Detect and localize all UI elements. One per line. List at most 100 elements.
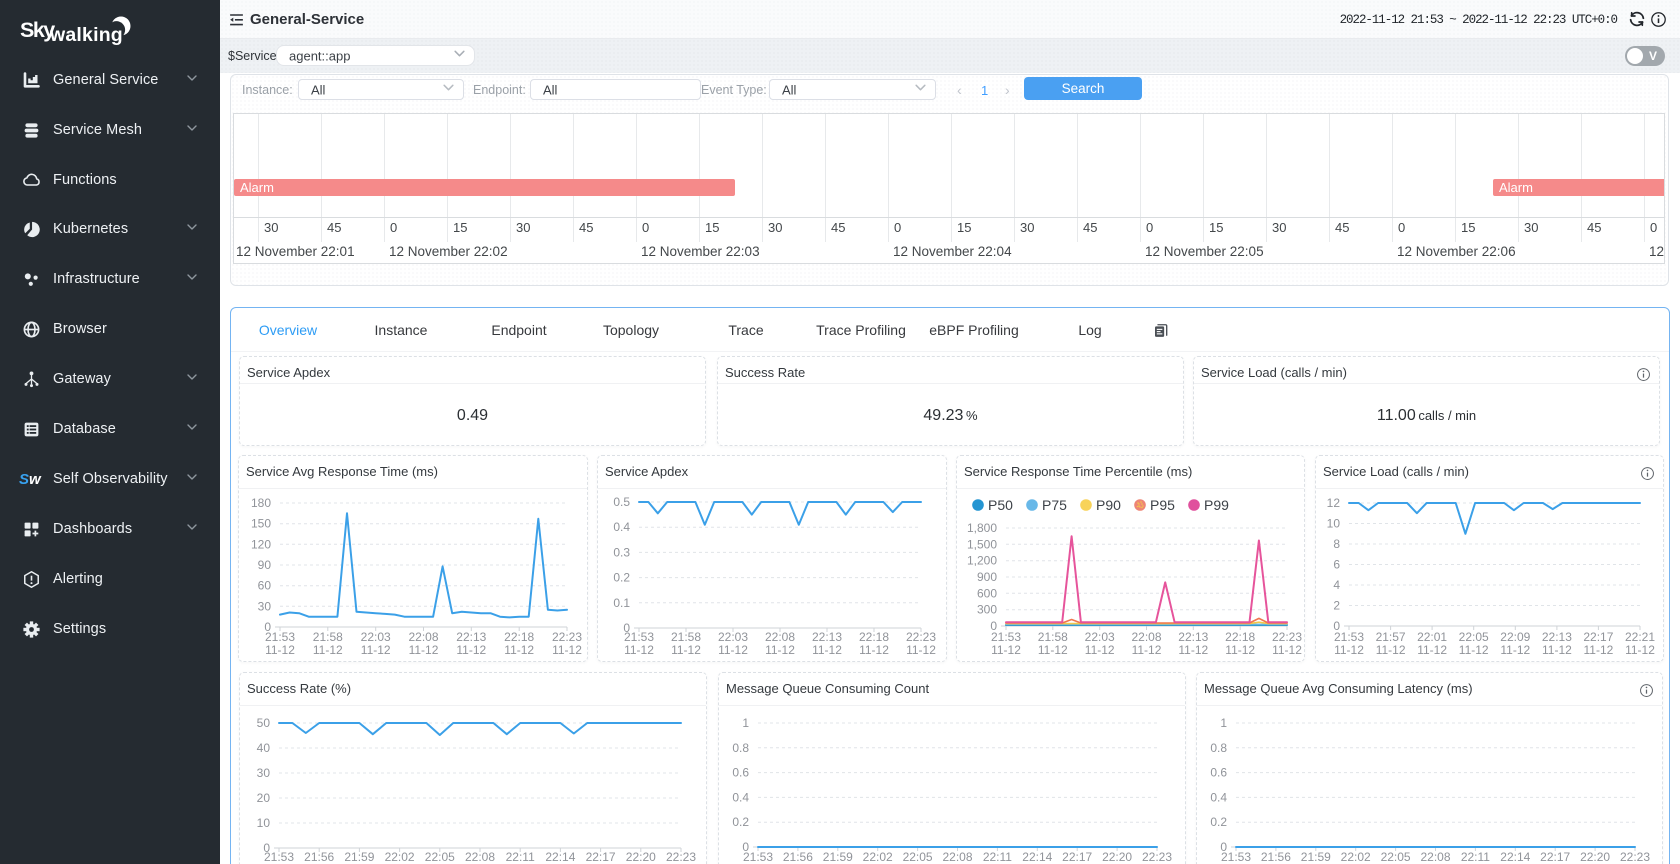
svg-text:50: 50 bbox=[257, 716, 271, 730]
svg-text:22:20: 22:20 bbox=[1580, 850, 1610, 864]
svg-text:11-12: 11-12 bbox=[504, 643, 534, 657]
svg-text:10: 10 bbox=[1327, 517, 1341, 531]
svg-text:0.3: 0.3 bbox=[613, 545, 630, 559]
svg-text:11-12: 11-12 bbox=[1038, 643, 1068, 657]
svg-text:11-12: 11-12 bbox=[1334, 643, 1364, 657]
svg-text:4: 4 bbox=[1333, 578, 1340, 592]
svg-text:22:21: 22:21 bbox=[1625, 630, 1655, 644]
svg-text:30: 30 bbox=[257, 766, 271, 780]
svg-text:21:56: 21:56 bbox=[304, 850, 334, 864]
svg-text:22:23: 22:23 bbox=[1620, 850, 1650, 864]
svg-text:22:23: 22:23 bbox=[1142, 850, 1172, 864]
svg-text:11-12: 11-12 bbox=[1417, 643, 1447, 657]
svg-text:10: 10 bbox=[257, 816, 271, 830]
svg-text:21:56: 21:56 bbox=[1261, 850, 1291, 864]
svg-text:21:53: 21:53 bbox=[743, 850, 773, 864]
svg-text:22:17: 22:17 bbox=[586, 850, 616, 864]
svg-text:22:13: 22:13 bbox=[812, 630, 842, 644]
svg-text:600: 600 bbox=[977, 586, 997, 600]
svg-text:11-12: 11-12 bbox=[265, 643, 295, 657]
svg-text:11-12: 11-12 bbox=[1625, 643, 1655, 657]
svg-text:22:05: 22:05 bbox=[425, 850, 455, 864]
svg-text:21:53: 21:53 bbox=[1221, 850, 1251, 864]
svg-text:60: 60 bbox=[258, 579, 272, 593]
svg-text:22:08: 22:08 bbox=[1131, 630, 1161, 644]
svg-text:22:05: 22:05 bbox=[1381, 850, 1411, 864]
svg-text:21:53: 21:53 bbox=[264, 850, 294, 864]
svg-text:21:56: 21:56 bbox=[783, 850, 813, 864]
svg-text:0.2: 0.2 bbox=[1210, 815, 1227, 829]
svg-text:11-12: 11-12 bbox=[1542, 643, 1572, 657]
svg-text:P95: P95 bbox=[1150, 497, 1175, 513]
svg-text:11-12: 11-12 bbox=[1376, 643, 1406, 657]
svg-text:11-12: 11-12 bbox=[1272, 643, 1302, 657]
svg-text:22:11: 22:11 bbox=[506, 850, 535, 864]
svg-text:22:14: 22:14 bbox=[1500, 850, 1530, 864]
svg-text:22:17: 22:17 bbox=[1540, 850, 1570, 864]
svg-text:22:23: 22:23 bbox=[552, 630, 582, 644]
svg-text:21:53: 21:53 bbox=[624, 630, 654, 644]
svg-text:22:11: 22:11 bbox=[1461, 850, 1490, 864]
svg-text:8: 8 bbox=[1333, 537, 1340, 551]
svg-text:1,200: 1,200 bbox=[967, 554, 997, 568]
svg-text:900: 900 bbox=[977, 570, 997, 584]
svg-text:21:53: 21:53 bbox=[991, 630, 1021, 644]
svg-text:11-12: 11-12 bbox=[456, 643, 486, 657]
svg-text:0.6: 0.6 bbox=[1210, 766, 1227, 780]
svg-text:11-12: 11-12 bbox=[671, 643, 701, 657]
svg-text:22:02: 22:02 bbox=[863, 850, 893, 864]
svg-text:22:18: 22:18 bbox=[859, 630, 889, 644]
svg-text:22:03: 22:03 bbox=[1085, 630, 1115, 644]
svg-text:300: 300 bbox=[977, 603, 997, 617]
svg-text:11-12: 11-12 bbox=[991, 643, 1021, 657]
svg-text:22:08: 22:08 bbox=[942, 850, 972, 864]
svg-text:22:23: 22:23 bbox=[1272, 630, 1302, 644]
svg-text:22:20: 22:20 bbox=[1102, 850, 1132, 864]
svg-text:22:17: 22:17 bbox=[1062, 850, 1092, 864]
svg-text:0.2: 0.2 bbox=[732, 815, 749, 829]
svg-text:22:08: 22:08 bbox=[465, 850, 495, 864]
svg-text:150: 150 bbox=[251, 517, 271, 531]
svg-text:11-12: 11-12 bbox=[1583, 643, 1613, 657]
svg-text:0.1: 0.1 bbox=[613, 596, 630, 610]
svg-text:11-12: 11-12 bbox=[812, 643, 842, 657]
svg-text:22:02: 22:02 bbox=[385, 850, 415, 864]
svg-text:1: 1 bbox=[742, 716, 749, 730]
svg-text:22:01: 22:01 bbox=[1417, 630, 1447, 644]
svg-text:22:03: 22:03 bbox=[361, 630, 391, 644]
svg-text:0.4: 0.4 bbox=[1210, 790, 1227, 804]
svg-text:11-12: 11-12 bbox=[1500, 643, 1530, 657]
svg-text:11-12: 11-12 bbox=[624, 643, 654, 657]
svg-text:120: 120 bbox=[251, 537, 271, 551]
svg-text:P90: P90 bbox=[1096, 497, 1121, 513]
svg-text:22:08: 22:08 bbox=[1420, 850, 1450, 864]
svg-text:11-12: 11-12 bbox=[361, 643, 391, 657]
svg-text:1: 1 bbox=[1220, 716, 1227, 730]
svg-text:22:11: 22:11 bbox=[983, 850, 1012, 864]
svg-text:11-12: 11-12 bbox=[765, 643, 795, 657]
svg-text:1,500: 1,500 bbox=[967, 537, 997, 551]
svg-text:11-12: 11-12 bbox=[1178, 643, 1208, 657]
svg-text:0.4: 0.4 bbox=[732, 790, 749, 804]
svg-text:20: 20 bbox=[257, 791, 271, 805]
svg-text:22:13: 22:13 bbox=[1542, 630, 1572, 644]
svg-text:22:05: 22:05 bbox=[1459, 630, 1489, 644]
svg-text:0.5: 0.5 bbox=[613, 495, 630, 509]
svg-text:11-12: 11-12 bbox=[859, 643, 889, 657]
svg-text:walking: walking bbox=[49, 24, 123, 46]
svg-text:21:59: 21:59 bbox=[1301, 850, 1331, 864]
svg-text:P75: P75 bbox=[1042, 497, 1067, 513]
svg-text:22:03: 22:03 bbox=[718, 630, 748, 644]
svg-text:11-12: 11-12 bbox=[1085, 643, 1115, 657]
svg-text:21:58: 21:58 bbox=[313, 630, 343, 644]
svg-text:0.8: 0.8 bbox=[1210, 741, 1227, 755]
svg-text:22:18: 22:18 bbox=[1225, 630, 1255, 644]
svg-text:90: 90 bbox=[258, 558, 272, 572]
svg-text:21:58: 21:58 bbox=[671, 630, 701, 644]
svg-text:2: 2 bbox=[1333, 599, 1340, 613]
svg-text:22:23: 22:23 bbox=[906, 630, 936, 644]
svg-text:22:20: 22:20 bbox=[626, 850, 656, 864]
svg-text:21:58: 21:58 bbox=[1038, 630, 1068, 644]
svg-text:0.6: 0.6 bbox=[732, 766, 749, 780]
svg-text:21:59: 21:59 bbox=[344, 850, 374, 864]
